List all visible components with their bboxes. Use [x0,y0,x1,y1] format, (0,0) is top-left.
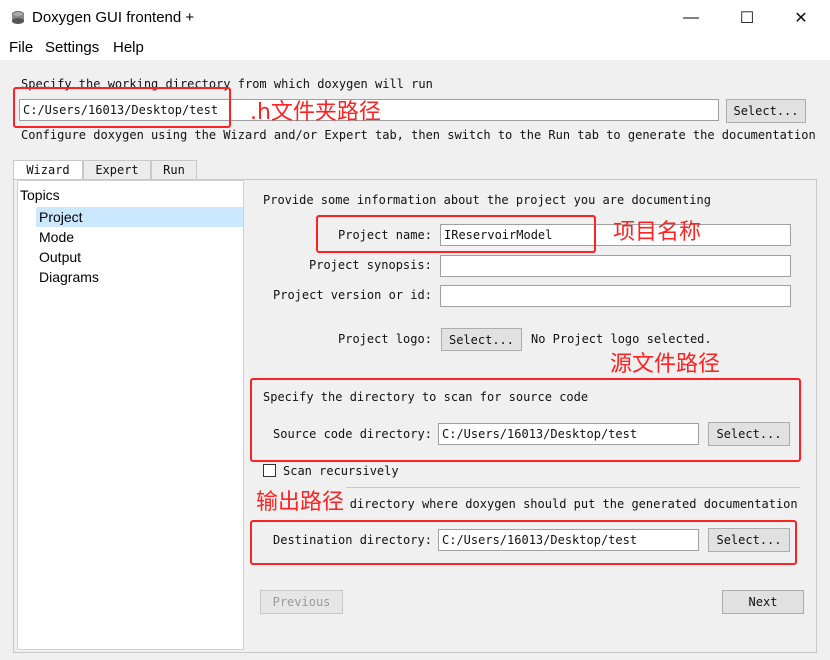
workdir-hint: Configure doxygen using the Wizard and/o… [21,128,816,142]
annotation-box-header-dir [13,87,231,128]
tab-run[interactable]: Run [151,160,197,180]
project-intro: Provide some information about the proje… [263,193,711,207]
doxygen-icon [12,11,24,24]
topics-tree: Topics Project Mode Output Diagrams [17,180,244,650]
annotation-output-dir: 输出路径 [256,484,347,516]
project-version-input[interactable] [440,285,791,307]
project-logo-select-button[interactable]: Select... [441,328,522,351]
minimize-icon: — [683,9,699,26]
maximize-button[interactable]: ☐ [724,0,770,36]
project-logo-label: Project logo: [338,332,432,346]
menu-file[interactable]: File [9,39,33,56]
window-title: Doxygen GUI frontend + [32,9,195,26]
close-icon: ✕ [794,10,808,27]
project-version-label: Project version or id: [273,288,432,302]
annotation-header-dir: .h文件夹路径 [250,100,381,125]
topics-header: Topics [20,187,60,203]
scan-recursively-checkbox[interactable] [263,464,276,477]
close-button[interactable]: ✕ [778,0,824,36]
title-bar: Doxygen GUI frontend + — ☐ ✕ [0,0,830,36]
previous-button[interactable]: Previous [260,590,343,614]
workdir-select-button[interactable]: Select... [726,99,806,123]
project-synopsis-label: Project synopsis: [309,258,432,272]
annotation-box-source-dir [250,378,801,462]
menu-settings[interactable]: Settings [45,39,99,56]
minimize-button[interactable]: — [668,0,714,36]
tab-expert[interactable]: Expert [83,160,151,180]
topic-item-output[interactable]: Output [39,249,81,265]
topic-item-diagrams[interactable]: Diagrams [39,269,99,285]
scan-recursively-label: Scan recursively [283,464,399,478]
annotation-project-name: 项目名称 [613,220,702,245]
menu-help[interactable]: Help [113,39,144,56]
project-logo-status: No Project logo selected. [531,332,712,346]
annotation-box-output-dir [250,520,797,565]
topic-item-project[interactable]: Project [39,209,83,225]
tab-wizard[interactable]: Wizard [13,160,83,181]
maximize-icon: ☐ [739,10,755,27]
next-button[interactable]: Next [722,590,804,614]
project-synopsis-input[interactable] [440,255,791,277]
annotation-box-project-name [316,215,596,253]
annotation-source-dir: 源文件路径 [610,352,721,377]
topic-item-mode[interactable]: Mode [39,229,74,245]
